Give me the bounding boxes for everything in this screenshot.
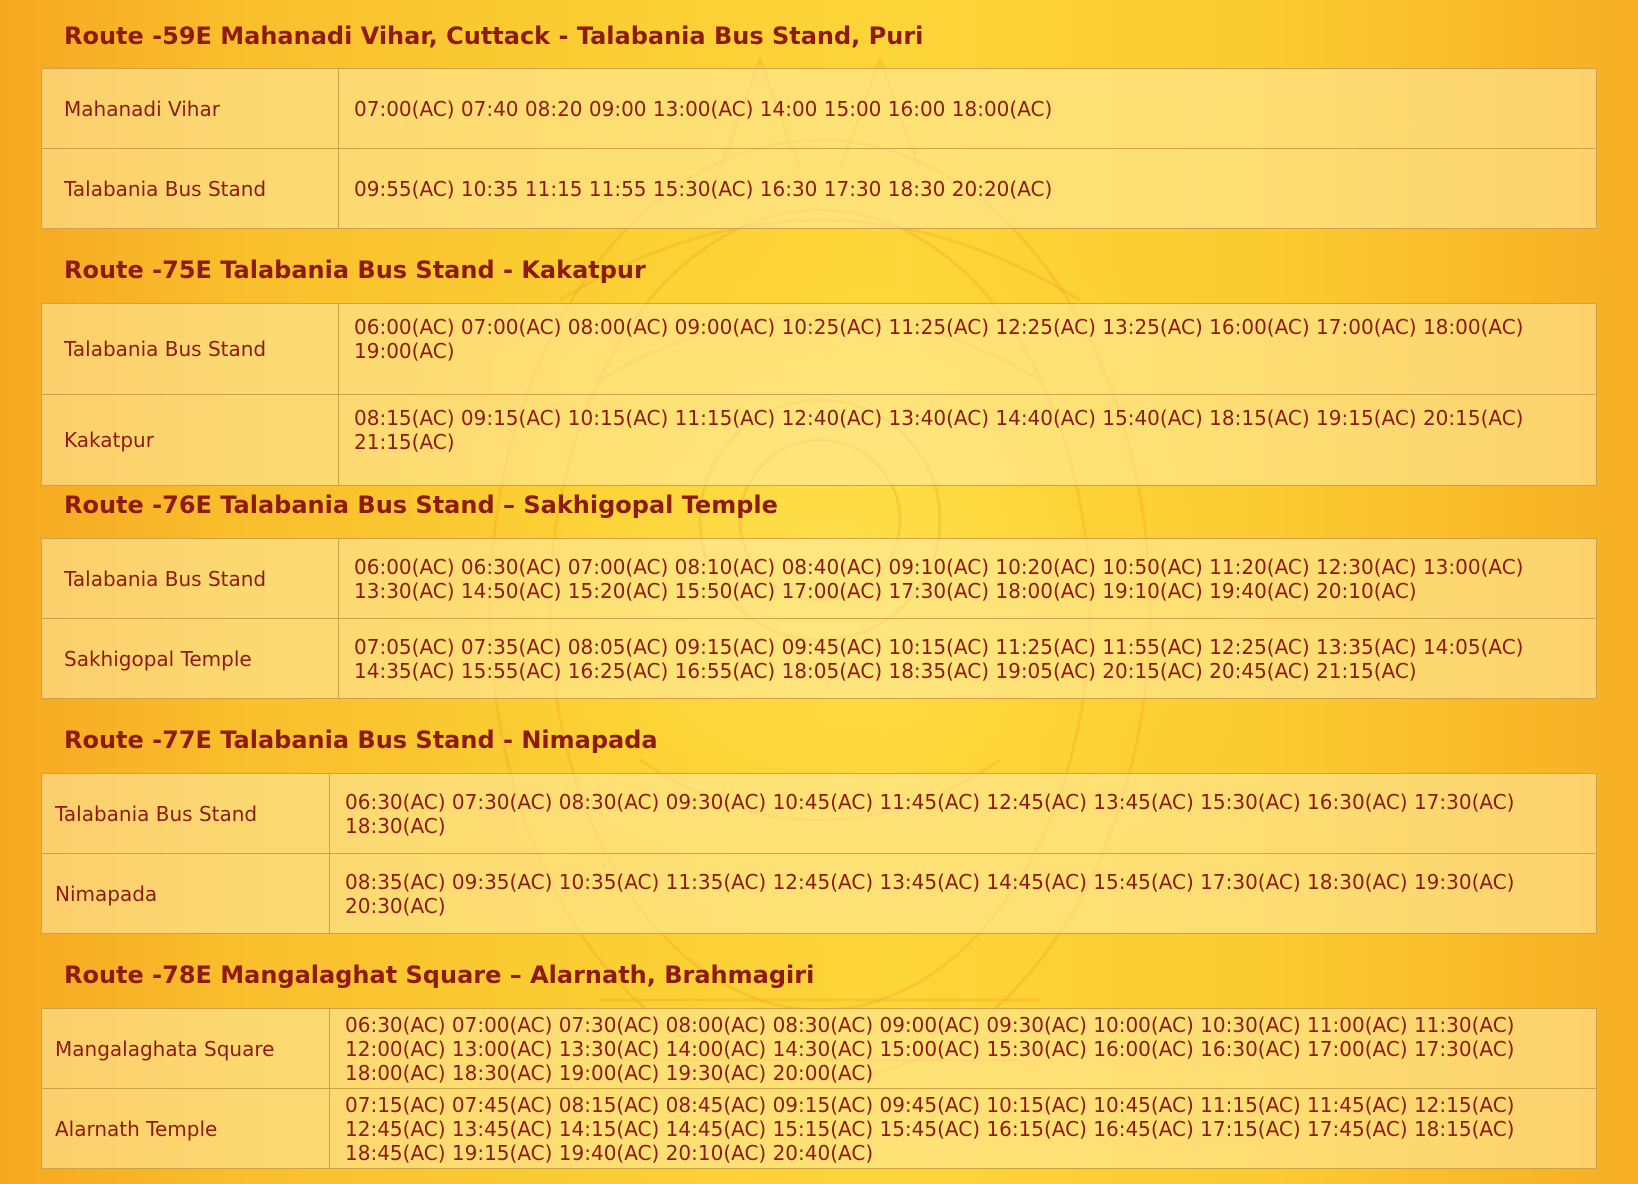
route-table-76e: Talabania Bus Stand 06:00(AC) 06:30(AC) … [41, 538, 1597, 699]
table-row: Sakhigopal Temple 07:05(AC) 07:35(AC) 08… [41, 618, 1597, 699]
route-table-77e: Talabania Bus Stand 06:30(AC) 07:30(AC) … [41, 773, 1597, 934]
table-row: Talabania Bus Stand 06:00(AC) 06:30(AC) … [41, 538, 1597, 619]
route-table-59e: Mahanadi Vihar 07:00(AC) 07:40 08:20 09:… [41, 68, 1597, 229]
table-row: Kakatpur 08:15(AC) 09:15(AC) 10:15(AC) 1… [41, 394, 1597, 486]
departure-times: 09:55(AC) 10:35 11:15 11:55 15:30(AC) 16… [338, 148, 1597, 229]
route-title-59e: Route -59E Mahanadi Vihar, Cuttack - Tal… [64, 22, 924, 50]
table-row: Nimapada 08:35(AC) 09:35(AC) 10:35(AC) 1… [41, 853, 1597, 934]
stop-name: Talabania Bus Stand [41, 773, 330, 854]
stop-name: Talabania Bus Stand [41, 303, 339, 395]
table-row: Mahanadi Vihar 07:00(AC) 07:40 08:20 09:… [41, 68, 1597, 149]
route-title-76e: Route -76E Talabania Bus Stand – Sakhigo… [64, 491, 778, 519]
departure-times: 07:05(AC) 07:35(AC) 08:05(AC) 09:15(AC) … [338, 618, 1597, 699]
stop-name: Talabania Bus Stand [41, 148, 339, 229]
stop-name: Nimapada [41, 853, 330, 934]
stop-name: Mangalaghata Square [41, 1008, 330, 1089]
table-row: Talabania Bus Stand 06:30(AC) 07:30(AC) … [41, 773, 1597, 854]
table-row: Talabania Bus Stand 06:00(AC) 07:00(AC) … [41, 303, 1597, 395]
route-title-75e: Route -75E Talabania Bus Stand - Kakatpu… [64, 256, 646, 284]
bus-schedule: Route -59E Mahanadi Vihar, Cuttack - Tal… [0, 0, 1638, 1184]
departure-times: 06:00(AC) 07:00(AC) 08:00(AC) 09:00(AC) … [338, 303, 1597, 395]
table-row: Talabania Bus Stand 09:55(AC) 10:35 11:1… [41, 148, 1597, 229]
departure-times: 08:35(AC) 09:35(AC) 10:35(AC) 11:35(AC) … [329, 853, 1597, 934]
departure-times: 06:30(AC) 07:00(AC) 07:30(AC) 08:00(AC) … [329, 1008, 1597, 1089]
departure-times: 06:00(AC) 06:30(AC) 07:00(AC) 08:10(AC) … [338, 538, 1597, 619]
departure-times: 07:00(AC) 07:40 08:20 09:00 13:00(AC) 14… [338, 68, 1597, 149]
route-title-77e: Route -77E Talabania Bus Stand - Nimapad… [64, 726, 658, 754]
route-table-78e: Mangalaghata Square 06:30(AC) 07:00(AC) … [41, 1008, 1597, 1169]
route-table-75e: Talabania Bus Stand 06:00(AC) 07:00(AC) … [41, 303, 1597, 486]
table-row: Alarnath Temple 07:15(AC) 07:45(AC) 08:1… [41, 1088, 1597, 1169]
departure-times: 06:30(AC) 07:30(AC) 08:30(AC) 09:30(AC) … [329, 773, 1597, 854]
stop-name: Sakhigopal Temple [41, 618, 339, 699]
stop-name: Alarnath Temple [41, 1088, 330, 1169]
departure-times: 08:15(AC) 09:15(AC) 10:15(AC) 11:15(AC) … [338, 394, 1597, 486]
stop-name: Mahanadi Vihar [41, 68, 339, 149]
table-row: Mangalaghata Square 06:30(AC) 07:00(AC) … [41, 1008, 1597, 1089]
stop-name: Talabania Bus Stand [41, 538, 339, 619]
stop-name: Kakatpur [41, 394, 339, 486]
route-title-78e: Route -78E Mangalaghat Square – Alarnath… [64, 961, 815, 989]
departure-times: 07:15(AC) 07:45(AC) 08:15(AC) 08:45(AC) … [329, 1088, 1597, 1169]
